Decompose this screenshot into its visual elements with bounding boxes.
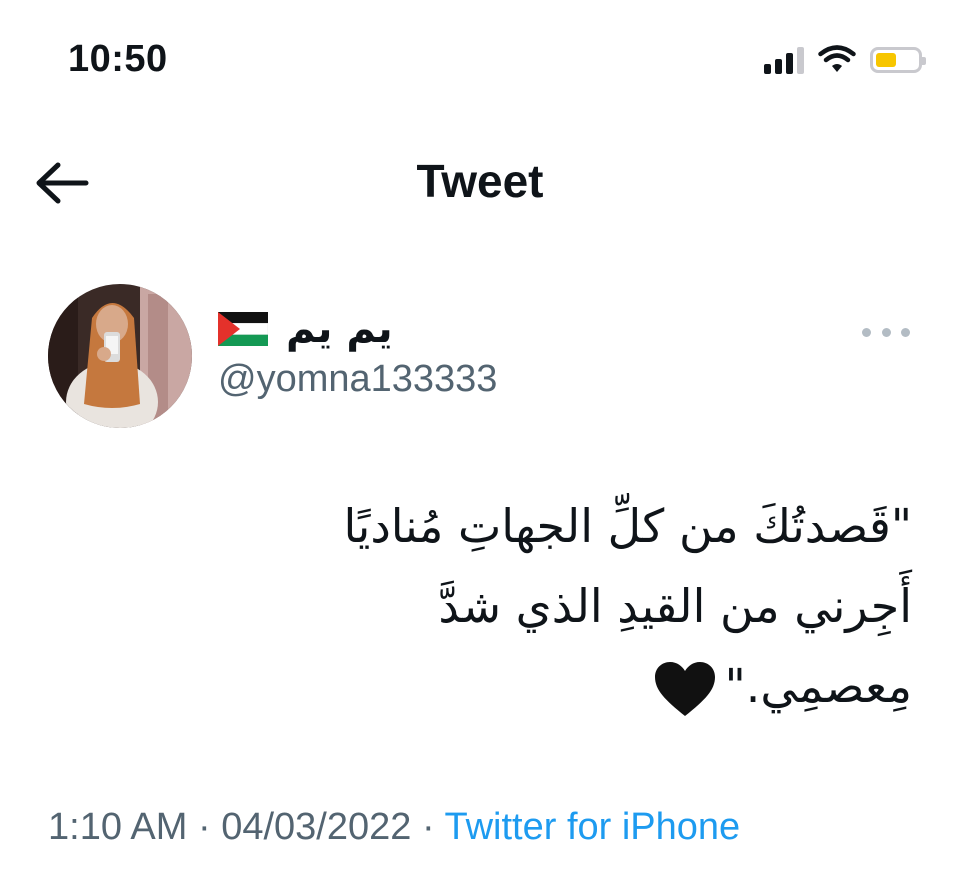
author-name-row[interactable]: يم يم [218, 306, 393, 352]
more-options-button[interactable] [862, 318, 910, 346]
meta-separator: · [197, 806, 211, 848]
black-heart-icon [654, 661, 715, 716]
tweet-line-1: "قَصدتُكَ من كلِّ الجهاتِ مُناديًا [343, 499, 913, 553]
tweet-line-2: أَجِرني من القيدِ الذي شدَّ [438, 579, 912, 633]
avatar[interactable] [48, 284, 192, 428]
palestine-flag-icon [218, 312, 268, 346]
meta-separator: · [421, 806, 435, 848]
tweet-date: 04/03/2022 [221, 806, 412, 848]
tweet-time: 1:10 AM [48, 806, 188, 848]
tweet-source-link[interactable]: Twitter for iPhone [444, 806, 740, 848]
status-bar-time: 10:50 [68, 38, 168, 80]
status-bar-icons [764, 42, 926, 78]
tweet-line-3: مِعصمِي." [724, 659, 912, 713]
author-display-name: يم يم [286, 306, 393, 352]
author-handle[interactable]: @yomna133333 [218, 358, 497, 401]
more-horizontal-icon [862, 327, 871, 337]
battery-icon [870, 47, 926, 73]
tweet-line-3-wrapper: مِعصمِي." [120, 646, 912, 726]
wifi-icon [818, 45, 856, 72]
tweet-text: "قَصدتُكَ من كلِّ الجهاتِ مُناديًا أَجِر… [120, 486, 912, 726]
page-title: Tweet [416, 155, 544, 207]
cellular-signal-icon [764, 46, 804, 74]
tweet-meta: 1:10 AM · 04/03/2022 · Twitter for iPhon… [48, 806, 740, 849]
